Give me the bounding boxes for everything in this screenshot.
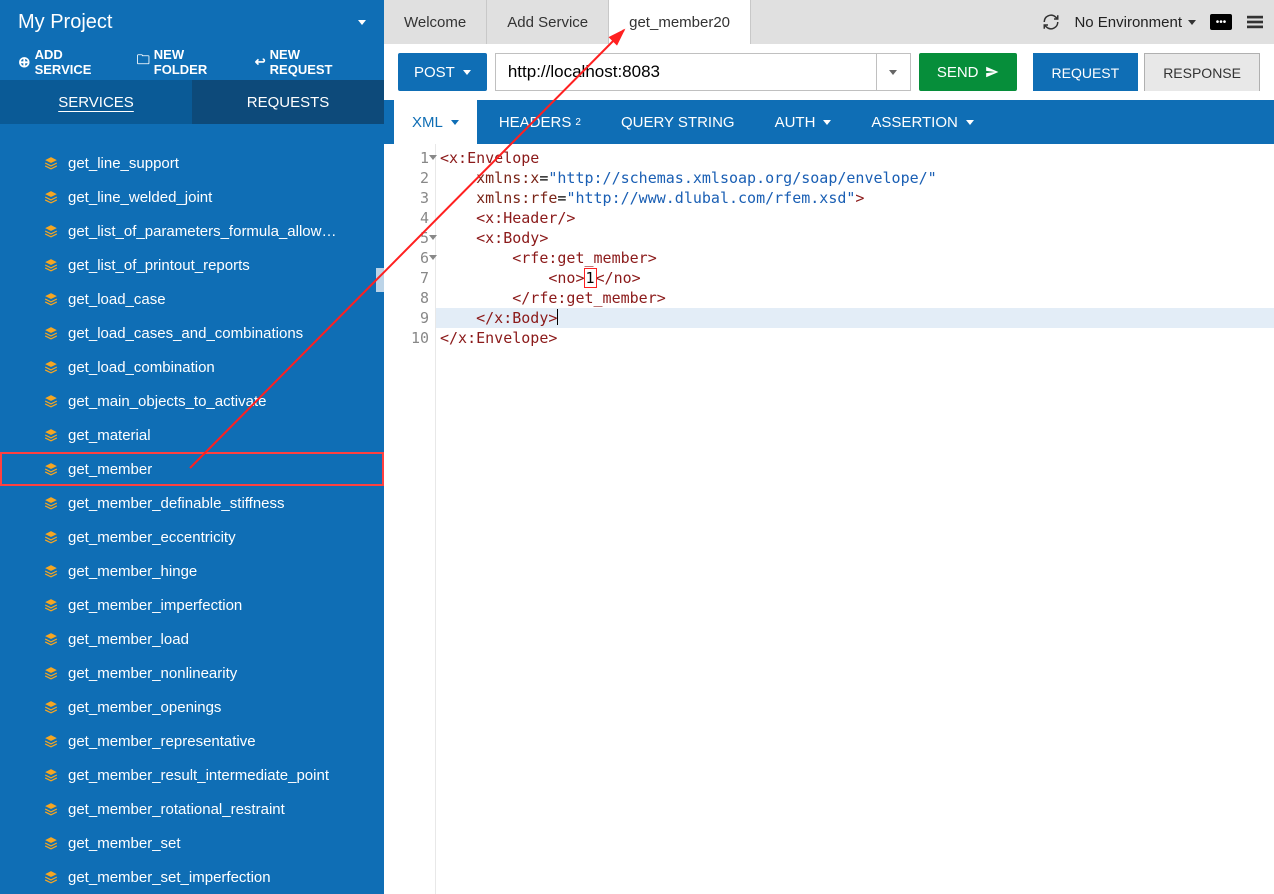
new-folder-button[interactable]: 🗀NEW FOLDER	[137, 47, 241, 77]
sidebar-item-service[interactable]: get_load_case	[0, 282, 384, 316]
service-label: get_list_of_printout_reports	[68, 257, 250, 274]
service-label: get_member_imperfection	[68, 597, 242, 614]
sidebar-item-service[interactable]: get_main_objects_to_activate	[0, 384, 384, 418]
sidebar-item-service[interactable]: get_line_welded_joint	[0, 180, 384, 214]
http-method-button[interactable]: POST	[398, 53, 487, 91]
sidebar-tabs: SERVICES REQUESTS	[0, 80, 384, 124]
tab-response[interactable]: RESPONSE	[1144, 53, 1260, 91]
menu-icon[interactable]	[1246, 13, 1264, 31]
sidebar-item-service[interactable]: get_load_combination	[0, 350, 384, 384]
service-label: get_member_nonlinearity	[68, 665, 237, 682]
service-label: get_member_load	[68, 631, 189, 648]
url-input[interactable]	[496, 54, 876, 90]
arrow-icon: ↩	[255, 54, 266, 70]
service-label: get_member	[68, 461, 152, 478]
sidebar-item-service[interactable]: get_member_nonlinearity	[0, 656, 384, 690]
subtab-xml[interactable]: XML	[394, 100, 477, 144]
project-header[interactable]: My Project	[0, 0, 384, 44]
top-tabs: WelcomeAdd Serviceget_member20 No Enviro…	[384, 0, 1274, 44]
sidebar-item-service[interactable]: get_member_load	[0, 622, 384, 656]
environment-dropdown[interactable]: No Environment	[1074, 14, 1196, 31]
request-response-tabs: REQUEST RESPONSE	[1033, 53, 1261, 91]
chat-icon[interactable]: •••	[1210, 14, 1232, 30]
sidebar-item-service[interactable]: get_member_definable_stiffness	[0, 486, 384, 520]
request-bar: POST SEND REQUEST RESPONSE	[384, 44, 1274, 100]
tab-requests[interactable]: REQUESTS	[192, 80, 384, 124]
sidebar-item-service[interactable]: get_member_openings	[0, 690, 384, 724]
service-label: get_member_openings	[68, 699, 221, 716]
service-label: get_member_rotational_restraint	[68, 801, 285, 818]
service-label: get_load_combination	[68, 359, 215, 376]
sidebar-item-service[interactable]: get_line_support	[0, 146, 384, 180]
folder-icon: 🗀	[137, 51, 150, 73]
sidebar-item-service[interactable]: get_member	[0, 452, 384, 486]
sidebar-scrollbar[interactable]	[376, 268, 384, 292]
sidebar-item-service[interactable]: get_member_imperfection	[0, 588, 384, 622]
tab-services[interactable]: SERVICES	[0, 80, 192, 124]
tab-request[interactable]: REQUEST	[1033, 53, 1139, 91]
service-label: get_line_support	[68, 155, 179, 172]
subtab-headers[interactable]: HEADERS2	[481, 100, 599, 144]
subtab-assertion[interactable]: ASSERTION	[853, 100, 991, 144]
service-label: get_main_objects_to_activate	[68, 393, 266, 410]
sidebar-item-service[interactable]: get_load_cases_and_combinations	[0, 316, 384, 350]
service-label: get_member_hinge	[68, 563, 197, 580]
service-label: get_member_representative	[68, 733, 256, 750]
body-subtabs: XML HEADERS2 QUERY STRING AUTH ASSERTION	[384, 100, 1274, 144]
service-label: get_load_case	[68, 291, 166, 308]
top-tab[interactable]: Welcome	[384, 0, 487, 44]
service-label: get_member_set_imperfection	[68, 869, 271, 886]
project-title: My Project	[18, 11, 112, 34]
service-label: get_line_welded_joint	[68, 189, 212, 206]
project-dropdown-icon[interactable]	[358, 20, 366, 25]
sidebar-item-service[interactable]: get_list_of_parameters_formula_allow…	[0, 214, 384, 248]
sidebar: My Project ⊕ADD SERVICE 🗀NEW FOLDER ↩NEW…	[0, 0, 384, 894]
sidebar-item-service[interactable]: get_member_eccentricity	[0, 520, 384, 554]
service-label: get_material	[68, 427, 151, 444]
line-gutter: 12345678910	[384, 144, 436, 894]
service-label: get_member_eccentricity	[68, 529, 236, 546]
service-label: get_member_definable_stiffness	[68, 495, 285, 512]
sidebar-item-service[interactable]: get_material	[0, 418, 384, 452]
sidebar-item-service[interactable]: get_member_hinge	[0, 554, 384, 588]
sidebar-item-service[interactable]: get_member_rotational_restraint	[0, 792, 384, 826]
add-service-button[interactable]: ⊕ADD SERVICE	[18, 47, 123, 77]
main-panel: WelcomeAdd Serviceget_member20 No Enviro…	[384, 0, 1274, 894]
service-label: get_member_set	[68, 835, 181, 852]
top-right-controls: No Environment •••	[1042, 0, 1264, 44]
sidebar-item-service[interactable]: get_member_set	[0, 826, 384, 860]
sidebar-item-service[interactable]: get_member_result_intermediate_point	[0, 758, 384, 792]
refresh-icon[interactable]	[1042, 13, 1060, 31]
service-label: get_load_cases_and_combinations	[68, 325, 303, 342]
top-tab[interactable]: get_member20	[609, 0, 751, 44]
sidebar-item-service[interactable]: get_member_representative	[0, 724, 384, 758]
new-request-button[interactable]: ↩NEW REQUEST	[255, 47, 366, 77]
sidebar-actions: ⊕ADD SERVICE 🗀NEW FOLDER ↩NEW REQUEST	[0, 44, 384, 80]
sidebar-item-service[interactable]: get_member_set_imperfection	[0, 860, 384, 894]
code-area[interactable]: <x:Envelope xmlns:x="http://schemas.xmls…	[436, 144, 1274, 894]
subtab-query-string[interactable]: QUERY STRING	[603, 100, 753, 144]
service-label: get_list_of_parameters_formula_allow…	[68, 223, 336, 240]
service-label: get_member_result_intermediate_point	[68, 767, 329, 784]
services-list[interactable]: get_line_support get_line_welded_jointget…	[0, 124, 384, 894]
url-field-wrap	[495, 53, 911, 91]
top-tab[interactable]: Add Service	[487, 0, 609, 44]
subtab-auth[interactable]: AUTH	[757, 100, 850, 144]
url-history-dropdown[interactable]	[876, 54, 910, 90]
sidebar-item-service[interactable]: get_list_of_printout_reports	[0, 248, 384, 282]
send-button[interactable]: SEND	[919, 53, 1017, 91]
xml-editor[interactable]: 12345678910 <x:Envelope xmlns:x="http://…	[384, 144, 1274, 894]
